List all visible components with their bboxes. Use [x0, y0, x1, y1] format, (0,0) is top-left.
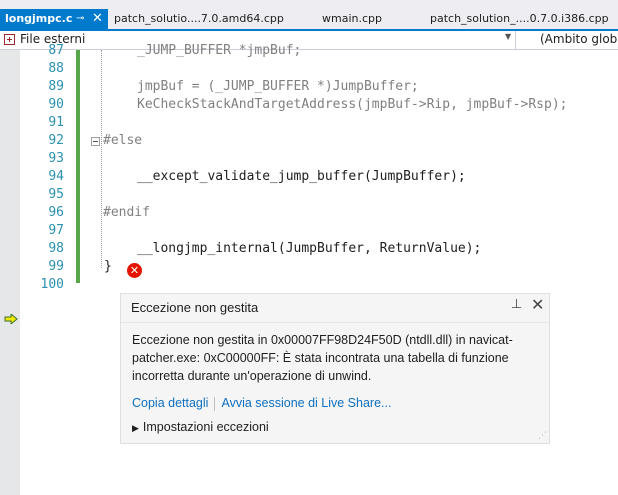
instruction-pointer-icon [4, 314, 18, 324]
code-line-99[interactable]: } [104, 258, 112, 276]
resize-grip-icon[interactable]: ⋰ [538, 431, 547, 441]
code-line-92[interactable]: #else [103, 132, 142, 150]
change-tracking-bar [76, 50, 80, 283]
indicator-margin [0, 50, 20, 495]
external-files-icon [4, 34, 15, 45]
code-line-90[interactable]: KeCheckStackAndTargetAddress(jmpBuf->Rip… [137, 96, 567, 114]
exception-settings-toggle[interactable]: ▶ Impostazioni eccezioni [132, 420, 269, 434]
line-number: 100 [40, 277, 64, 292]
link-divider [214, 396, 216, 411]
code-line-87[interactable]: _JUMP_BUFFER *jmpBuf; [137, 42, 301, 60]
tab-bar: longjmpc.c ⊸ ✕ patch_solutio....7.0.amd6… [0, 0, 618, 29]
code-line-89[interactable]: jmpBuf = (_JUMP_BUFFER *)JumpBuffer; [137, 78, 419, 96]
collapse-icon[interactable] [91, 137, 100, 146]
tab-wmain[interactable]: wmain.cpp [322, 9, 382, 29]
line-number: 88 [48, 61, 64, 76]
line-number: 97 [48, 223, 64, 238]
line-number: 95 [48, 187, 64, 202]
global-scope-dropdown[interactable]: (Ambito globale) [540, 32, 618, 46]
line-number: 89 [48, 79, 64, 94]
line-number: 87 [48, 43, 64, 58]
line-number: 99 [48, 259, 64, 274]
tab-longjmpc[interactable]: longjmpc.c ⊸ ✕ [0, 9, 108, 29]
navigation-bar: File esterni ▼ (Ambito globale) [0, 31, 618, 50]
pin-icon[interactable]: ⊸ [76, 9, 84, 28]
popup-links: Copia dettagli Avvia sessione di Live Sha… [132, 396, 391, 411]
live-share-link[interactable]: Avvia sessione di Live Share... [221, 396, 391, 410]
triangle-right-icon: ▶ [132, 423, 139, 433]
exception-settings-label: Impostazioni eccezioni [142, 420, 269, 434]
line-number: 91 [48, 115, 64, 130]
copy-details-link[interactable]: Copia dettagli [132, 396, 208, 410]
code-line-94[interactable]: __except_validate_jump_buffer(JumpBuffer… [137, 168, 466, 186]
close-tab-icon[interactable]: ✕ [92, 9, 103, 28]
code-line-98[interactable]: __longjmp_internal(JumpBuffer, ReturnVal… [137, 240, 481, 258]
line-number: 92 [48, 133, 64, 148]
line-number: 98 [48, 241, 64, 256]
pin-icon[interactable]: ⊥ [511, 297, 522, 312]
exception-popup: Eccezione non gestita ⊥ ✕ Eccezione non … [120, 293, 550, 444]
line-number: 90 [48, 97, 64, 112]
tab-patch-solution-i386[interactable]: patch_solution_....0.7.0.i386.cpp [430, 9, 609, 29]
exception-message: Eccezione non gestita in 0x00007FF98D24F… [132, 333, 513, 383]
outline-guide [101, 50, 102, 268]
code-line-96[interactable]: #endif [103, 204, 150, 222]
error-icon[interactable]: ✕ [127, 263, 142, 278]
line-number: 96 [48, 205, 64, 220]
popup-divider [121, 322, 549, 323]
tab-patch-solution-amd64[interactable]: patch_solutio....7.0.amd64.cpp [114, 9, 284, 29]
close-icon[interactable]: ✕ [531, 295, 544, 314]
exception-title: Eccezione non gestita [131, 300, 259, 315]
chevron-down-icon[interactable]: ▼ [505, 32, 511, 41]
line-number: 94 [48, 169, 64, 184]
tab-label: longjmpc.c [5, 12, 73, 25]
line-number: 93 [48, 151, 64, 166]
